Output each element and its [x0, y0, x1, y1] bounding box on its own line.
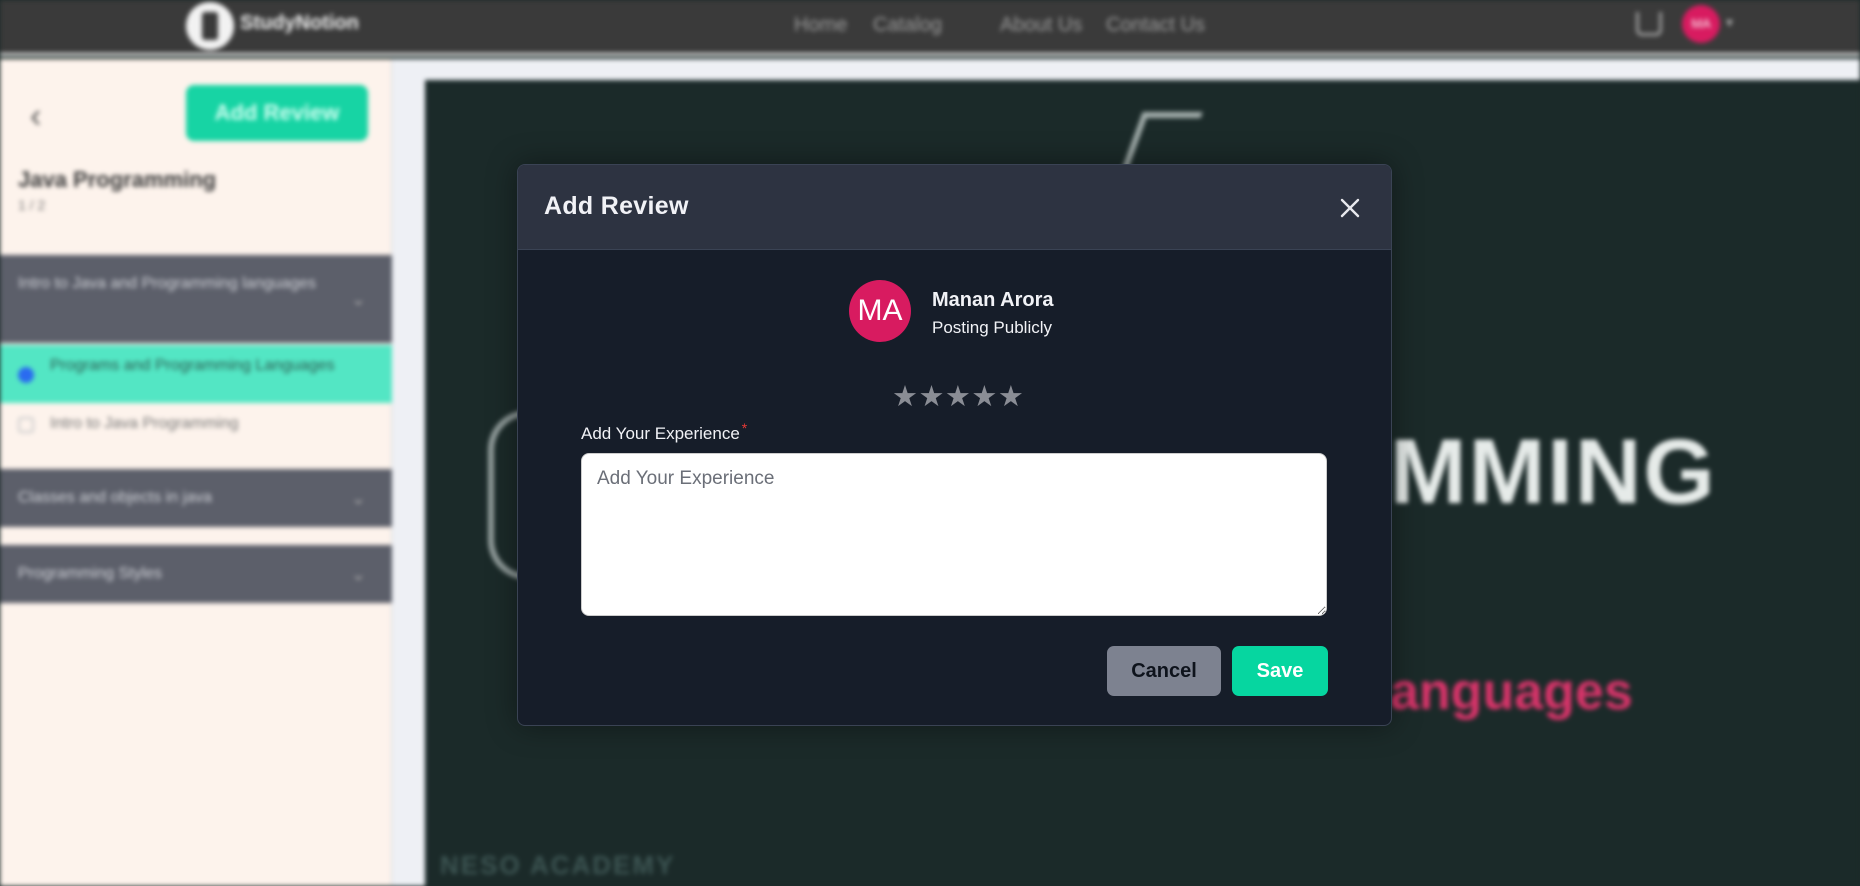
nav-link-about[interactable]: About Us	[1000, 14, 1082, 37]
section-intro-java[interactable]: Intro to Java and Programming languages …	[0, 255, 392, 343]
cart-icon[interactable]	[1636, 12, 1662, 36]
star-icon[interactable]: ★	[998, 383, 1024, 412]
course-sidebar: ‹ Add Review Java Programming 1 / 2 Intr…	[0, 59, 392, 886]
experience-textarea[interactable]	[581, 453, 1327, 616]
nav-link-contact[interactable]: Contact Us	[1106, 14, 1205, 37]
chevron-down-icon[interactable]: ▾	[1726, 14, 1733, 31]
checkbox-icon[interactable]	[18, 417, 34, 433]
close-button[interactable]	[1336, 194, 1364, 222]
required-mark: *	[741, 420, 748, 436]
chevron-down-icon: ⌄	[350, 564, 366, 584]
video-heading-text: MMING	[1390, 421, 1717, 523]
video-watermark: NESO ACADEMY	[440, 850, 676, 880]
star-icon[interactable]: ★	[918, 383, 944, 412]
add-review-modal: Add Review MA Manan Arora Posting Public…	[517, 164, 1392, 726]
star-icon[interactable]: ★	[945, 383, 971, 412]
subsection-title: Programs and Programming Languages	[50, 357, 335, 374]
posting-visibility: Posting Publicly	[932, 318, 1053, 337]
experience-label-text: Add Your Experience	[581, 424, 740, 443]
video-subheading-text: anguages	[1390, 663, 1633, 721]
logo-text: StudyNotion	[240, 12, 359, 34]
nav-avatar[interactable]: MA	[1682, 5, 1720, 43]
close-icon[interactable]	[1336, 194, 1364, 222]
section-title: Programming Styles	[18, 565, 163, 582]
section-title: Classes and objects in java	[18, 489, 212, 506]
experience-label: Add Your Experience *	[581, 420, 747, 444]
section-classes[interactable]: Classes and objects in java ⌄	[0, 469, 392, 527]
nav-link-home[interactable]: Home	[794, 14, 847, 37]
user-avatar: MA	[849, 280, 911, 342]
logo-icon	[186, 2, 234, 50]
nav-link-catalog[interactable]: Catalog	[873, 14, 942, 37]
section-styles[interactable]: Programming Styles ⌄	[0, 545, 392, 603]
modal-header: Add Review	[518, 165, 1391, 250]
modal-title: Add Review	[544, 192, 689, 220]
chevron-down-icon: ⌄	[350, 488, 366, 508]
sidebar-add-review-button[interactable]: Add Review	[186, 85, 368, 141]
subsection-programs[interactable]: Programs and Programming Languages	[0, 345, 392, 403]
section-title: Intro to Java and Programming languages	[18, 275, 316, 292]
back-arrow-icon[interactable]: ‹	[30, 97, 41, 136]
chevron-down-icon: ⌄	[350, 289, 366, 309]
save-button[interactable]: Save	[1232, 646, 1328, 696]
star-rating: ★ ★ ★ ★ ★	[892, 383, 1024, 412]
cancel-button[interactable]: Cancel	[1107, 646, 1221, 696]
star-icon[interactable]: ★	[971, 383, 997, 412]
top-navbar: StudyNotion Home Catalog About Us Contac…	[0, 0, 1860, 56]
user-name: Manan Arora	[932, 289, 1054, 311]
course-progress: 1 / 2	[18, 197, 46, 213]
subsection-title: Intro to Java Programming	[50, 415, 239, 432]
checkbox-icon[interactable]	[18, 367, 34, 383]
course-title: Java Programming	[18, 167, 217, 192]
subsection-intro-java[interactable]: Intro to Java Programming	[0, 405, 392, 449]
star-icon[interactable]: ★	[892, 383, 918, 412]
